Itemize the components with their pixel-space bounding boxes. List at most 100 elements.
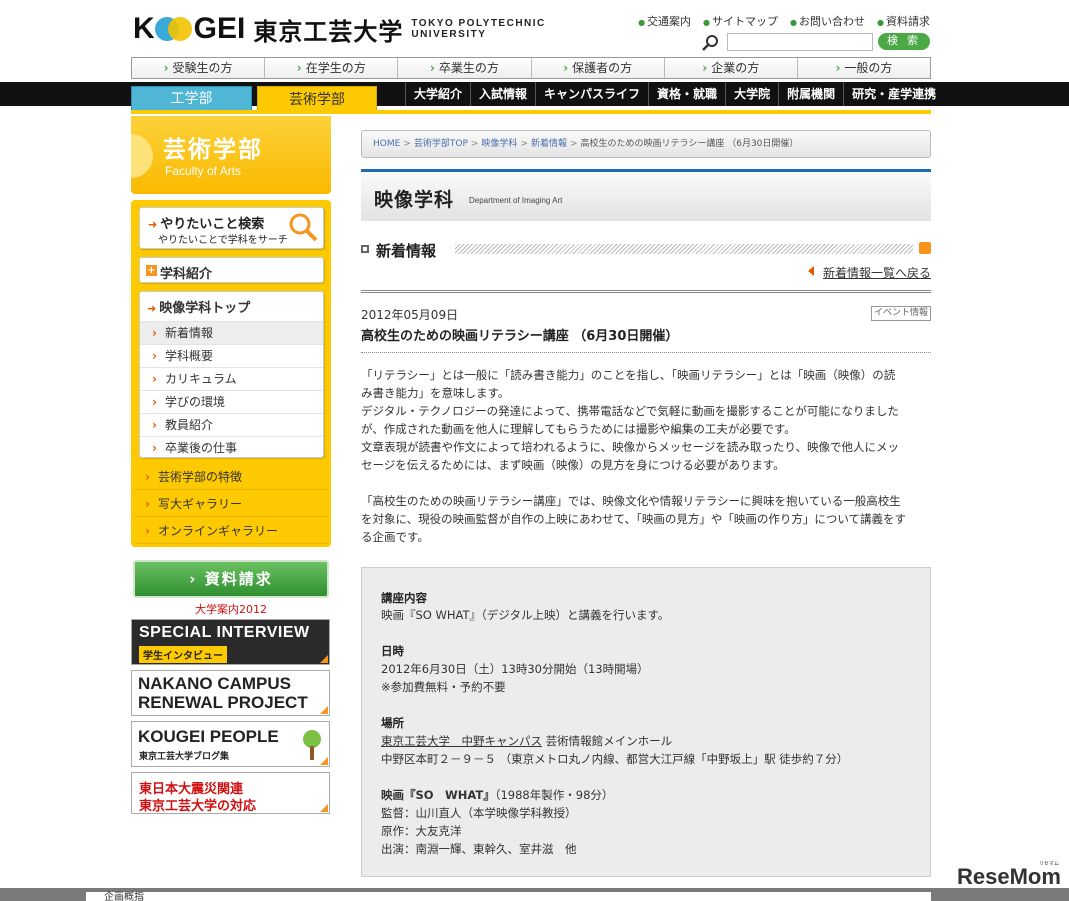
info-place-heading: 場所 bbox=[381, 716, 404, 730]
post-date: 2012年05月09日 bbox=[361, 308, 459, 322]
department-title-jp: 映像学科 bbox=[374, 189, 455, 211]
corner-arrow-icon bbox=[320, 757, 328, 765]
faculty-arc-icon bbox=[131, 134, 153, 178]
find-subtitle: やりたいことで学科をサーチ bbox=[158, 235, 288, 246]
sidebar-item-dept-top[interactable]: 映像学科トップ bbox=[147, 297, 250, 316]
banner-kougei-sub: 東京工芸大学ブログ集 bbox=[139, 752, 230, 762]
double-rule bbox=[361, 290, 931, 293]
sidebar-item-dept-intro[interactable]: + 学科紹介 bbox=[139, 257, 324, 283]
tab-engineering[interactable]: 工学部 bbox=[131, 86, 252, 110]
search-icon bbox=[702, 35, 718, 51]
news-heading: 新着情報 bbox=[361, 240, 931, 260]
banner-earthquake[interactable]: 東日本大震災関連 東京工芸大学の対応 bbox=[131, 772, 330, 814]
nav-graduate[interactable]: 大学院 bbox=[725, 82, 778, 106]
banner-special-title: SPECIAL INTERVIEW bbox=[139, 624, 310, 641]
sidebar-sub-faculty[interactable]: 教員紹介 bbox=[140, 413, 323, 436]
sidebar-link-gallery[interactable]: 写大ギャラリー bbox=[134, 492, 328, 517]
tab-arts[interactable]: 芸術学部 bbox=[257, 86, 377, 112]
nav-admissions[interactable]: 入試情報 bbox=[470, 82, 535, 106]
breadcrumb-home[interactable]: HOME bbox=[373, 139, 400, 149]
banner-nakano-campus[interactable]: NAKANO CAMPUS RENEWAL PROJECT bbox=[131, 670, 330, 716]
breadcrumb-arts-top[interactable]: 芸術学部TOP bbox=[414, 139, 468, 149]
info-date-text: 2012年6月30日（土）13時30分開始（13時開場） bbox=[381, 662, 649, 676]
department-header: 映像学科 Department of Imaging Art bbox=[361, 169, 931, 221]
sidebar-sub-careers[interactable]: 卒業後の仕事 bbox=[140, 436, 323, 459]
corner-arrow-icon bbox=[320, 655, 328, 663]
sidebar-sub-curriculum[interactable]: カリキュラム bbox=[140, 367, 323, 390]
banner-kougei-people[interactable]: KOUGEI PEOPLE 東京工芸大学ブログ集 bbox=[131, 721, 330, 767]
faculty-title-jp: 芸術学部 bbox=[163, 137, 263, 163]
breadcrumb-dept[interactable]: 映像学科 bbox=[481, 139, 517, 149]
breadcrumb-news[interactable]: 新着情報 bbox=[531, 139, 567, 149]
banner-nakano-title: NAKANO CAMPUS bbox=[138, 674, 291, 693]
search-button[interactable]: 検 索 bbox=[878, 33, 930, 50]
faculty-banner: 芸術学部 Faculty of Arts bbox=[131, 116, 331, 194]
plus-icon: + bbox=[146, 265, 157, 276]
info-date-note: ※参加費無料・予約不要 bbox=[381, 680, 506, 694]
back-to-news-link[interactable]: 新着情報一覧へ戻る bbox=[823, 264, 931, 281]
nav-research[interactable]: 研究・産学連携 bbox=[843, 82, 944, 106]
corner-arrow-icon bbox=[320, 706, 328, 714]
logo-gei: GEI bbox=[193, 12, 246, 45]
top-links: 交通案内 サイトマップ お問い合わせ 資料請求 bbox=[638, 13, 930, 29]
footer-text: 企画概指 bbox=[86, 892, 931, 901]
dotted-rule bbox=[361, 352, 931, 353]
main-nav: 大学紹介 入試情報 キャンパスライフ 資格・就職 大学院 附属機関 研究・産学連… bbox=[405, 82, 944, 106]
post-paragraph-2: 「高校生のための映画リテラシー講座」では、映像文化や情報リテラシーに興味を抱いて… bbox=[361, 494, 906, 544]
request-materials-button[interactable]: › 資料請求 bbox=[133, 560, 329, 598]
nav-campus-life[interactable]: キャンパスライフ bbox=[535, 82, 648, 106]
top-link-access[interactable]: 交通案内 bbox=[638, 13, 691, 29]
info-film-director: 監督：山川直人（本学映像学科教授） bbox=[381, 806, 577, 820]
info-place-line: 東京工芸大学 中野キャンパス 芸術情報館メインホール bbox=[381, 734, 673, 748]
square-bullet-icon bbox=[361, 245, 369, 253]
news-heading-text: 新着情報 bbox=[376, 242, 437, 260]
rss-icon[interactable] bbox=[919, 242, 931, 254]
department-title-en: Department of Imaging Art bbox=[469, 196, 563, 205]
nav-careers[interactable]: 資格・就職 bbox=[648, 82, 725, 106]
top-link-contact[interactable]: お問い合わせ bbox=[790, 13, 865, 29]
nav-institutes[interactable]: 附属機関 bbox=[778, 82, 843, 106]
post-paragraph-1: 「リテラシー」とは一般に「読み書き能力」のことを指し、「映画リテラシー」とは「映… bbox=[361, 368, 899, 472]
audience-current[interactable]: 在学生の方 bbox=[265, 58, 399, 78]
hatch-divider bbox=[455, 244, 913, 254]
sidebar-sub-overview[interactable]: 学科概要 bbox=[140, 344, 323, 367]
audience-alumni[interactable]: 卒業生の方 bbox=[398, 58, 532, 78]
info-place-link[interactable]: 東京工芸大学 中野キャンパス bbox=[381, 734, 542, 748]
search-input[interactable] bbox=[727, 33, 873, 51]
info-film-line: 映画『SO WHAT』（1988年製作・98分） bbox=[381, 788, 614, 802]
sidebar-dept-top: 映像学科トップ 新着情報 学科概要 カリキュラム 学びの環境 教員紹介 卒業後の… bbox=[139, 291, 324, 459]
sidebar-sub-environment[interactable]: 学びの環境 bbox=[140, 390, 323, 413]
sidebar-sub-news[interactable]: 新着情報 bbox=[140, 321, 323, 344]
magnifier-icon bbox=[289, 213, 318, 242]
banner-special-interview[interactable]: SPECIAL INTERVIEW 学生インタビュー bbox=[131, 619, 330, 665]
nav-about[interactable]: 大学紹介 bbox=[405, 82, 470, 106]
audience-companies[interactable]: 企業の方 bbox=[665, 58, 798, 78]
request-subtitle: 大学案内2012 bbox=[195, 603, 267, 616]
sidebar-link-features[interactable]: 芸術学部の特徴 bbox=[134, 465, 328, 490]
corner-arrow-icon bbox=[320, 804, 328, 812]
faculty-title-en: Faculty of Arts bbox=[165, 164, 242, 178]
banner-nakano-sub: RENEWAL PROJECT bbox=[138, 693, 308, 712]
breadcrumb: HOME > 芸術学部TOP > 映像学科 > 新着情報 > 高校生のための映画リテラシー講座 … bbox=[361, 130, 931, 158]
audience-parents[interactable]: 保護者の方 bbox=[532, 58, 665, 78]
logo-en: TOKYO POLYTECHNIC UNIVERSITY bbox=[411, 18, 546, 40]
audience-prospective[interactable]: 受験生の方 bbox=[132, 58, 266, 78]
dept-intro-label: 学科紹介 bbox=[160, 267, 213, 282]
info-content-heading: 講座内容 bbox=[381, 591, 427, 605]
info-film-cast: 出演：南淵一輝、東幹久、室井滋 他 bbox=[381, 842, 577, 856]
top-link-request[interactable]: 資料請求 bbox=[877, 13, 930, 29]
info-content-text: 映画『SO WHAT』（デジタル上映）と講義を行います。 bbox=[381, 608, 670, 622]
logo-k: K bbox=[133, 12, 155, 45]
resemom-watermark: ReseMom リセマム bbox=[957, 861, 1061, 889]
banner-quake-sub: 東京工芸大学の対応 bbox=[139, 799, 257, 814]
audience-general[interactable]: 一般の方 bbox=[798, 58, 930, 78]
info-date-heading: 日時 bbox=[381, 644, 404, 658]
find-department-button[interactable]: やりたいこと検索 やりたいことで学科をサーチ bbox=[139, 207, 324, 249]
university-logo[interactable]: K GEI 東京工芸大学 TOKYO POLYTECHNIC UNIVERSITY bbox=[133, 12, 546, 46]
sidebar-link-online-gallery[interactable]: オンラインギャラリー bbox=[134, 519, 328, 544]
back-arrow-icon bbox=[808, 266, 814, 276]
find-title: やりたいこと検索 bbox=[148, 213, 264, 232]
post-category-badge: イベント情報 bbox=[871, 306, 931, 321]
top-link-sitemap[interactable]: サイトマップ bbox=[703, 13, 778, 29]
breadcrumb-current: 高校生のための映画リテラシー講座 （6月30日開催） bbox=[580, 139, 799, 149]
